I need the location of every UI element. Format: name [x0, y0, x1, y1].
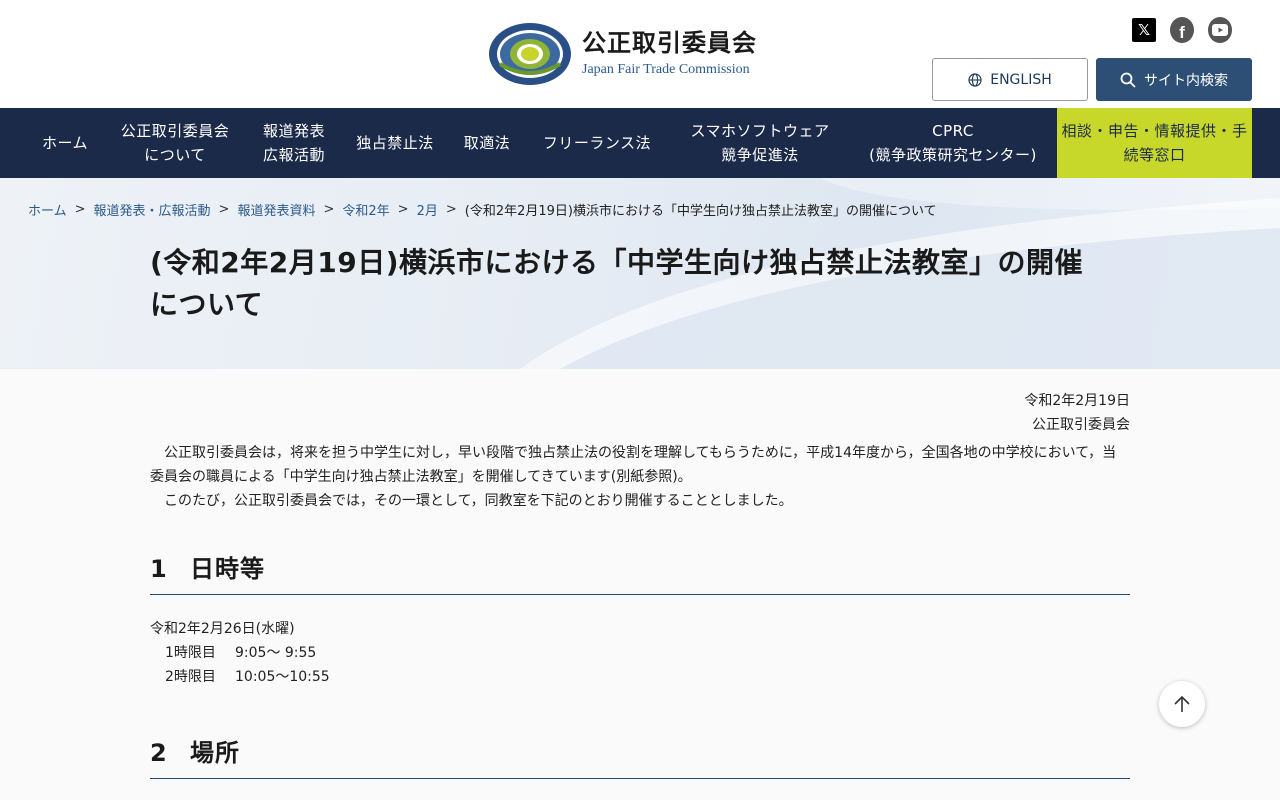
- facebook-link[interactable]: f: [1170, 17, 1194, 43]
- breadcrumb-separator: >: [445, 202, 457, 217]
- breadcrumb-separator: >: [218, 202, 230, 217]
- nav-smartphone[interactable]: スマホソフトウェア 競争促進法: [670, 108, 850, 178]
- breadcrumb-separator: >: [397, 202, 409, 217]
- nav-consultation-label-1: 相談・申告・情報提供: [1061, 122, 1217, 140]
- site-search-button[interactable]: サイト内検索: [1096, 58, 1252, 101]
- search-label: サイト内検索: [1144, 72, 1228, 89]
- page-title: (令和2年2月19日)横浜市における「中学生向け独占禁止法教室」の開催 について: [150, 242, 1130, 326]
- nav-press-label-1: 報道発表: [262, 122, 325, 140]
- page-title-line-2: について: [150, 288, 264, 321]
- schedule: 令和2年2月26日(水曜) 1時限目 9:05～ 9:55 2時限目 10:05～1…: [150, 617, 1130, 689]
- period-label: 1時限目: [165, 645, 216, 661]
- nav-freelance-label: フリーランス法: [542, 134, 652, 152]
- nav-toriteki-label: 取適法: [463, 134, 511, 152]
- site-logo[interactable]: 公正取引委員会 Japan Fair Trade Commission: [488, 22, 757, 86]
- nav-about-label-1: 公正取引委員会: [120, 122, 230, 140]
- breadcrumb-current: (令和2年2月19日)横浜市における「中学生向け独占禁止法教室」の開催について: [464, 204, 937, 219]
- nav-cprc[interactable]: CPRC (競争政策研究センター): [850, 108, 1056, 178]
- search-icon: [1120, 72, 1136, 87]
- social-links: 𝕏 f: [1132, 17, 1232, 43]
- section-title: 場所: [190, 739, 240, 767]
- main-content: 令和2年2月19日 公正取引委員会 公正取引委員会は，将来を担う中学生に対し，早…: [150, 369, 1130, 779]
- nav-press-label-2: 広報活動: [262, 146, 325, 164]
- period-time: 9:05～ 9:55: [235, 645, 317, 661]
- nav-consultation[interactable]: 相談・申告・情報提供・手続等窓口: [1057, 108, 1252, 178]
- nav-smartphone-label-2: 競争促進法: [721, 146, 799, 164]
- org-name-en: Japan Fair Trade Commission: [582, 62, 750, 77]
- x-link[interactable]: 𝕏: [1132, 18, 1156, 42]
- youtube-icon: [1208, 17, 1232, 43]
- intro-paragraph-2: このたび，公正取引委員会では，その一環として，同教室を下記のとおり開催することと…: [164, 493, 793, 509]
- release-meta: 令和2年2月19日 公正取引委員会: [150, 389, 1130, 437]
- schedule-period: 2時限目 10:05～10:55: [150, 665, 1130, 689]
- youtube-link[interactable]: [1208, 17, 1232, 43]
- schedule-date: 令和2年2月26日(水曜): [150, 621, 295, 637]
- breadcrumb-month[interactable]: 2月: [417, 200, 438, 219]
- nav-antimonopoly-label: 独占禁止法: [356, 134, 434, 152]
- nav-toriteki[interactable]: 取適法: [450, 108, 524, 178]
- page-hero: ホーム > 報道発表・広報活動 > 報道発表資料 > 令和2年 > 2月 > (…: [0, 178, 1280, 369]
- nav-cprc-label-2: (競争政策研究センター): [869, 146, 1037, 164]
- nav-freelance[interactable]: フリーランス法: [524, 108, 670, 178]
- nav-cprc-label-1: CPRC: [932, 122, 974, 140]
- global-nav: ホーム 公正取引委員会 について 報道発表広報活動 独占禁止法 取適法 フリーラン…: [0, 108, 1280, 178]
- x-icon: 𝕏: [1132, 18, 1156, 42]
- period-time: 10:05～10:55: [235, 669, 330, 685]
- arrow-up-icon: [1174, 695, 1190, 712]
- nav-antimonopoly[interactable]: 独占禁止法: [340, 108, 450, 178]
- section-title: 日時等: [190, 555, 265, 583]
- breadcrumb-year[interactable]: 令和2年: [342, 200, 389, 219]
- intro-paragraph-1: 公正取引委員会は，将来を担う中学生に対し，早い段階で独占禁止法の役割を理解しても…: [150, 445, 1117, 485]
- nav-about-label-2: について: [144, 146, 206, 164]
- breadcrumb-home[interactable]: ホーム: [28, 200, 67, 219]
- nav-about[interactable]: 公正取引委員会 について: [102, 108, 248, 178]
- globe-icon: [968, 72, 982, 87]
- english-button[interactable]: ENGLISH: [932, 58, 1088, 101]
- nav-home[interactable]: ホーム: [28, 108, 102, 178]
- breadcrumb-separator: >: [74, 202, 86, 217]
- intro-text: 公正取引委員会は，将来を担う中学生に対し，早い段階で独占禁止法の役割を理解しても…: [150, 441, 1130, 513]
- schedule-period: 1時限目 9:05～ 9:55: [150, 641, 1130, 665]
- release-date: 令和2年2月19日: [1024, 393, 1130, 409]
- english-label: ENGLISH: [990, 71, 1052, 88]
- nav-press[interactable]: 報道発表 広報活動: [248, 108, 340, 178]
- breadcrumb-separator: >: [323, 202, 335, 217]
- back-to-top-button[interactable]: [1159, 681, 1205, 727]
- section-number: 1: [150, 555, 168, 583]
- section-number: 2: [150, 739, 168, 767]
- section-heading-location: 2 場所: [150, 733, 1130, 779]
- breadcrumb: ホーム > 報道発表・広報活動 > 報道発表資料 > 令和2年 > 2月 > (…: [28, 200, 937, 219]
- facebook-icon: f: [1170, 17, 1194, 43]
- period-label: 2時限目: [165, 669, 216, 685]
- site-header: 公正取引委員会 Japan Fair Trade Commission 𝕏 f …: [0, 0, 1280, 108]
- page-title-line-1: (令和2年2月19日)横浜市における「中学生向け独占禁止法教室」の開催: [150, 246, 1084, 279]
- nav-smartphone-label-1: スマホソフトウェア: [690, 122, 830, 140]
- release-issuer: 公正取引委員会: [1032, 417, 1130, 433]
- breadcrumb-press-releases[interactable]: 報道発表資料: [237, 200, 315, 219]
- section-heading-datetime: 1 日時等: [150, 549, 1130, 595]
- jftc-emblem-icon: [489, 23, 571, 85]
- org-name-ja: 公正取引委員会: [582, 29, 757, 57]
- nav-home-label: ホーム: [41, 134, 89, 152]
- breadcrumb-press[interactable]: 報道発表・広報活動: [94, 200, 211, 219]
